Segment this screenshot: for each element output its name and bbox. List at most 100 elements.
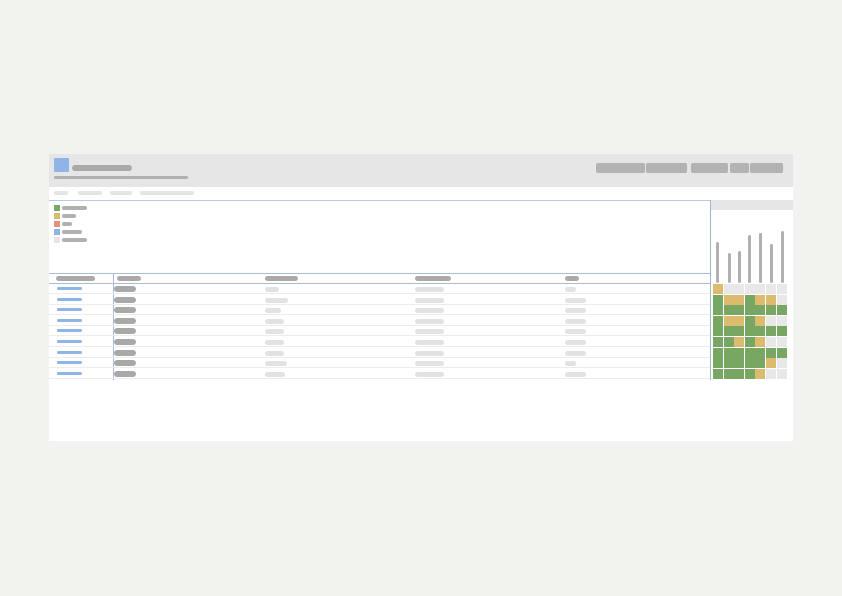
status-cell[interactable] [755,368,766,379]
status-cell[interactable] [713,337,723,347]
column-header-4[interactable] [415,276,451,281]
status-cell[interactable] [744,358,755,369]
status-cell[interactable] [713,326,723,337]
status-cell[interactable] [723,347,734,358]
filter-tab-3[interactable] [110,191,132,195]
spark-bar [728,253,731,283]
status-cell[interactable] [723,284,734,294]
status-cell[interactable] [755,358,766,369]
status-cell[interactable] [723,305,734,316]
status-cell[interactable] [744,368,755,379]
table-row[interactable] [49,358,710,369]
status-cell[interactable] [766,358,776,369]
status-cell[interactable] [734,315,745,326]
table-row[interactable] [49,284,710,294]
status-cell[interactable] [744,305,755,316]
status-cell[interactable] [734,284,745,294]
status-cell[interactable] [766,347,776,358]
column-header-3[interactable] [265,276,298,281]
status-cell[interactable] [713,315,723,326]
status-cell[interactable] [776,358,787,369]
filter-tab-2[interactable] [78,191,102,195]
status-cell[interactable] [744,326,755,337]
status-cell[interactable] [713,284,723,294]
status-cell[interactable] [755,337,766,347]
column-header-2[interactable] [117,276,141,281]
status-cell[interactable] [734,368,745,379]
status-cell[interactable] [744,315,755,326]
status-cell[interactable] [734,326,745,337]
status-cell[interactable] [776,337,787,347]
status-cell[interactable] [744,294,755,305]
status-cell[interactable] [766,326,776,337]
status-cell[interactable] [713,294,723,305]
status-cell[interactable] [776,315,787,326]
status-cell[interactable] [723,294,734,305]
status-cell[interactable] [755,294,766,305]
table-row[interactable] [49,295,710,305]
status-cell[interactable] [734,305,745,316]
row-link[interactable] [57,350,82,354]
status-cell[interactable] [723,337,734,347]
status-cell[interactable] [766,294,776,305]
row-link[interactable] [57,329,82,333]
status-cell[interactable] [744,337,755,347]
table-row[interactable] [49,369,710,379]
status-cell[interactable] [713,305,723,316]
table-row[interactable] [49,348,710,358]
status-cell[interactable] [723,358,734,369]
row-link[interactable] [57,287,82,290]
status-cell[interactable] [744,284,755,294]
status-cell[interactable] [713,347,723,358]
filter-tab-4[interactable] [140,191,194,195]
status-cell[interactable] [713,368,723,379]
status-cell[interactable] [766,305,776,316]
status-cell[interactable] [776,305,787,316]
header-action-3-button[interactable] [691,163,728,173]
app-window [49,154,793,441]
status-cell[interactable] [766,315,776,326]
status-cell[interactable] [776,294,787,305]
column-header-5[interactable] [565,276,579,281]
header-action-2-button[interactable] [646,163,687,173]
row-link[interactable] [57,340,82,343]
row-link[interactable] [57,308,82,312]
status-cell[interactable] [734,358,745,369]
status-cell[interactable] [755,315,766,326]
status-cell[interactable] [723,368,734,379]
header-action-1-button[interactable] [596,163,645,173]
status-cell[interactable] [723,315,734,326]
status-cell[interactable] [734,294,745,305]
status-cell[interactable] [776,368,787,379]
status-cell[interactable] [776,347,787,358]
status-cell[interactable] [776,326,787,337]
panel-splitter[interactable] [710,200,711,380]
status-cell[interactable] [755,305,766,316]
header-action-5-button[interactable] [750,163,783,173]
status-cell[interactable] [723,326,734,337]
row-link[interactable] [57,318,82,322]
table-row[interactable] [49,337,710,347]
column-header-1[interactable] [56,276,95,281]
table-row[interactable] [49,316,710,326]
status-cell[interactable] [734,347,745,358]
header-action-4-button[interactable] [730,163,749,173]
status-cell[interactable] [766,368,776,379]
row-link[interactable] [57,361,82,365]
status-cell[interactable] [776,284,787,294]
status-cell[interactable] [755,347,766,358]
row-cell [265,287,279,292]
status-cell[interactable] [755,284,766,294]
table-row[interactable] [49,326,710,337]
filter-tab-1[interactable] [54,191,68,195]
row-status-badge [114,296,136,303]
status-cell[interactable] [755,326,766,337]
table-row[interactable] [49,305,710,316]
status-cell[interactable] [744,347,755,358]
status-cell[interactable] [766,284,776,294]
row-link[interactable] [57,297,82,301]
status-cell[interactable] [713,358,723,369]
status-cell[interactable] [766,337,776,347]
row-link[interactable] [57,371,82,375]
status-cell[interactable] [734,337,745,347]
